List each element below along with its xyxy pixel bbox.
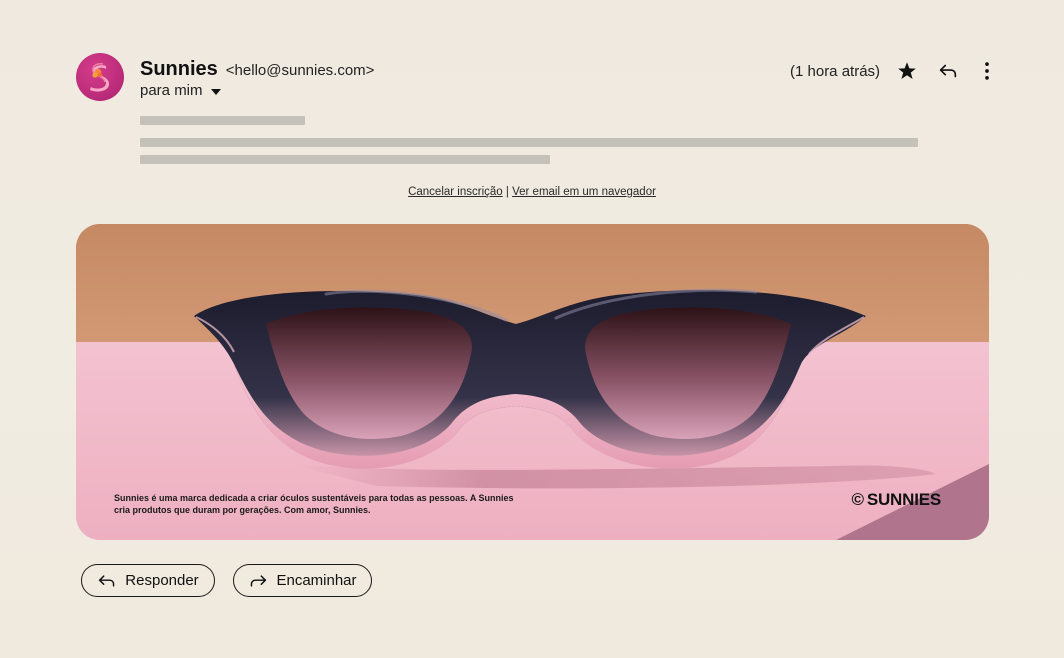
banner-brand: © SUNNIES xyxy=(852,490,942,510)
placeholder-line-long xyxy=(140,138,918,147)
timestamp: (1 hora atrás) xyxy=(790,62,881,80)
reply-button-top[interactable] xyxy=(935,58,961,84)
more-options-button[interactable] xyxy=(974,58,1000,84)
forward-button[interactable]: Encaminhar xyxy=(233,564,372,597)
unsubscribe-link[interactable]: Cancelar inscrição xyxy=(408,186,503,198)
sender-name: Sunnies xyxy=(140,58,218,80)
star-icon xyxy=(898,62,916,79)
copyright-icon: © xyxy=(851,490,865,509)
banner-brand-text: SUNNIES xyxy=(866,490,941,509)
sender-email: <hello@sunnies.com> xyxy=(225,62,375,79)
message-meta: (1 hora atrás) xyxy=(790,58,880,84)
forward-arrow-icon xyxy=(251,574,267,587)
hero-banner[interactable]: Sunnies é uma marca dedicada a criar ócu… xyxy=(76,224,989,540)
reply-button[interactable]: Responder xyxy=(81,564,215,597)
link-separator: | xyxy=(505,186,509,198)
forward-button-label: Encaminhar xyxy=(276,572,357,589)
sender-info: Sunnies <hello@sunnies.com> xyxy=(140,58,374,81)
caret-down-icon xyxy=(210,89,221,95)
star-button[interactable] xyxy=(894,58,920,84)
recipient-toggle[interactable]: para mim xyxy=(140,82,221,99)
placeholder-line-medium xyxy=(140,155,550,164)
banner-caption: Sunnies é uma marca dedicada a criar ócu… xyxy=(114,493,514,515)
placeholder-line-short xyxy=(140,116,305,125)
email-links: Cancelar inscrição | Ver email em um nav… xyxy=(0,186,1064,198)
reply-icon xyxy=(939,64,957,78)
reply-button-label: Responder xyxy=(125,572,199,589)
sunnies-logo-icon xyxy=(90,63,110,92)
reply-arrow-icon xyxy=(99,574,115,587)
view-in-browser-link[interactable]: Ver email em um navegador xyxy=(512,186,656,198)
more-vertical-icon xyxy=(985,62,989,80)
sender-avatar xyxy=(76,53,124,101)
recipient-label: para mim xyxy=(140,82,203,99)
